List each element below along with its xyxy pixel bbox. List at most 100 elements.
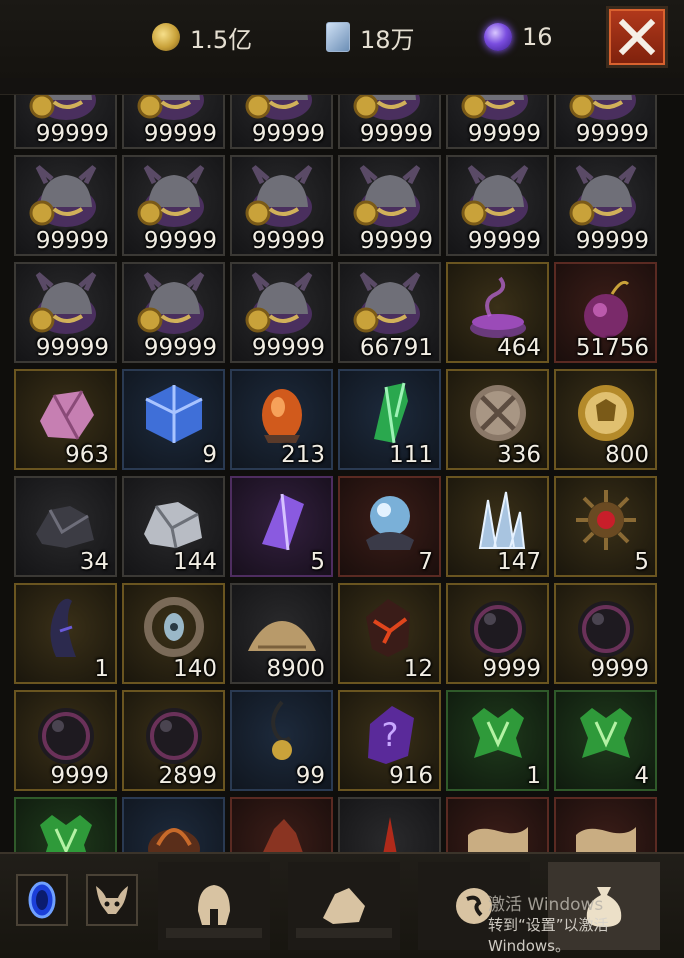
- inventory-slot[interactable]: 99999: [122, 155, 225, 256]
- inventory-slot[interactable]: 51756: [554, 262, 657, 363]
- inventory-slot[interactable]: 464: [446, 262, 549, 363]
- item-quantity: 916: [389, 763, 433, 789]
- mask-button[interactable]: [86, 874, 138, 926]
- inventory-slot[interactable]: 800: [554, 369, 657, 470]
- inventory-slot[interactable]: 99999: [230, 95, 333, 149]
- red-spike-icon: [383, 817, 397, 853]
- inventory-slot[interactable]: 7: [338, 476, 441, 577]
- item-quantity: 99999: [251, 121, 325, 147]
- inventory-slot[interactable]: 99999: [230, 155, 333, 256]
- item-quantity: 12: [403, 656, 433, 682]
- inventory-slot[interactable]: ? 916: [338, 690, 441, 791]
- item-quantity: 99999: [359, 228, 433, 254]
- inventory-slot[interactable]: [338, 797, 441, 853]
- inventory-slot[interactable]: 99999: [554, 95, 657, 149]
- beast-helm-icon: [245, 165, 313, 227]
- inventory-slot[interactable]: [554, 797, 657, 853]
- inventory-slot[interactable]: 12: [338, 583, 441, 684]
- green-sigil-icon: [580, 708, 632, 758]
- close-button[interactable]: [606, 6, 668, 68]
- item-quantity: 99999: [467, 121, 541, 147]
- inventory-slot[interactable]: 9999: [554, 583, 657, 684]
- inventory-slot[interactable]: 147: [446, 476, 549, 577]
- inventory-slot[interactable]: 4: [554, 690, 657, 791]
- inventory-slot[interactable]: 99999: [338, 155, 441, 256]
- item-quantity: 66791: [359, 335, 433, 361]
- inventory-slot[interactable]: 140: [122, 583, 225, 684]
- inventory-slot[interactable]: 336: [446, 369, 549, 470]
- inventory-slot[interactable]: 963: [14, 369, 117, 470]
- inventory-slot[interactable]: 99999: [14, 262, 117, 363]
- portal-button[interactable]: [16, 874, 68, 926]
- item-quantity: 8900: [266, 656, 325, 682]
- close-icon: [618, 18, 656, 56]
- inventory-slot[interactable]: 2899: [122, 690, 225, 791]
- eye-ring-icon: [144, 597, 204, 657]
- inventory-slot[interactable]: 111: [338, 369, 441, 470]
- inventory-slot[interactable]: 99999: [338, 95, 441, 149]
- inventory-slot[interactable]: 99999: [446, 155, 549, 256]
- purple-orb-icon: [484, 23, 512, 51]
- item-quantity: 9999: [590, 656, 649, 682]
- item-quantity: 34: [79, 549, 109, 575]
- inventory-slot[interactable]: 99999: [554, 155, 657, 256]
- inventory-panel[interactable]: 99999 99999 99999 99999 99999 99999 99999 99999…: [0, 94, 684, 853]
- inventory-slot[interactable]: 213: [230, 369, 333, 470]
- svg-text:?: ?: [382, 716, 399, 754]
- inventory-slot[interactable]: 9999: [14, 690, 117, 791]
- inventory-slot[interactable]: [122, 797, 225, 853]
- inventory-slot[interactable]: 8900: [230, 583, 333, 684]
- beast-helm-icon: [29, 165, 97, 227]
- inventory-slot[interactable]: 34: [14, 476, 117, 577]
- tab-equipment[interactable]: [158, 862, 270, 950]
- inventory-slot[interactable]: 5: [230, 476, 333, 577]
- inventory-slot[interactable]: 9: [122, 369, 225, 470]
- sand-pile-icon: [248, 621, 316, 651]
- item-quantity: 9: [202, 442, 217, 468]
- currency-bar: 1.5亿 18万 16: [0, 0, 684, 78]
- inventory-grid: 99999 99999 99999 99999 99999 99999 99999 99999…: [14, 95, 657, 853]
- inventory-slot[interactable]: [14, 797, 117, 853]
- ice-shards-icon: [478, 491, 526, 549]
- green-crystal-icon: [374, 382, 408, 444]
- inventory-slot[interactable]: 1: [14, 583, 117, 684]
- inventory-slot[interactable]: 99: [230, 690, 333, 791]
- activation-watermark-title: 激活 Windows: [488, 895, 604, 915]
- beast-helm-icon: [569, 165, 637, 227]
- inventory-slot[interactable]: 99999: [14, 95, 117, 149]
- inventory-slot[interactable]: 144: [122, 476, 225, 577]
- inventory-slot[interactable]: [446, 797, 549, 853]
- item-quantity: 99999: [251, 335, 325, 361]
- item-quantity: 99999: [359, 121, 433, 147]
- inventory-slot[interactable]: 99999: [230, 262, 333, 363]
- inventory-slot[interactable]: 99999: [122, 95, 225, 149]
- item-quantity: 144: [173, 549, 217, 575]
- inventory-slot[interactable]: 99999: [446, 95, 549, 149]
- tab-materials[interactable]: [288, 862, 400, 950]
- dark-sphere-icon: [146, 708, 202, 764]
- item-quantity: 99: [295, 763, 325, 789]
- activation-watermark-text: 转到“设置”以激活 Windows。: [488, 916, 609, 955]
- item-quantity: 99999: [35, 335, 109, 361]
- item-quantity: 9999: [50, 763, 109, 789]
- ruby-sun-icon: [576, 490, 636, 550]
- inventory-slot[interactable]: [230, 797, 333, 853]
- inventory-slot[interactable]: 1: [446, 690, 549, 791]
- silver-ore-icon: [144, 502, 202, 549]
- inventory-slot[interactable]: 99999: [14, 155, 117, 256]
- item-quantity: 213: [281, 442, 325, 468]
- card-amount: 18万: [360, 25, 415, 54]
- hook-pendant-icon: [271, 700, 292, 760]
- item-quantity: 99999: [35, 121, 109, 147]
- beast-helm-icon: [245, 272, 313, 334]
- inventory-slot[interactable]: 66791: [338, 262, 441, 363]
- item-quantity: 99999: [143, 228, 217, 254]
- dark-ore-icon: [36, 506, 94, 548]
- purple-incense-bowl-icon: [470, 276, 526, 338]
- inventory-slot[interactable]: 99999: [122, 262, 225, 363]
- crossed-swords-coin-icon: [470, 385, 526, 441]
- inventory-slot[interactable]: 9999: [446, 583, 549, 684]
- item-quantity: 111: [389, 442, 433, 468]
- beast-helm-icon: [353, 165, 421, 227]
- inventory-slot[interactable]: 5: [554, 476, 657, 577]
